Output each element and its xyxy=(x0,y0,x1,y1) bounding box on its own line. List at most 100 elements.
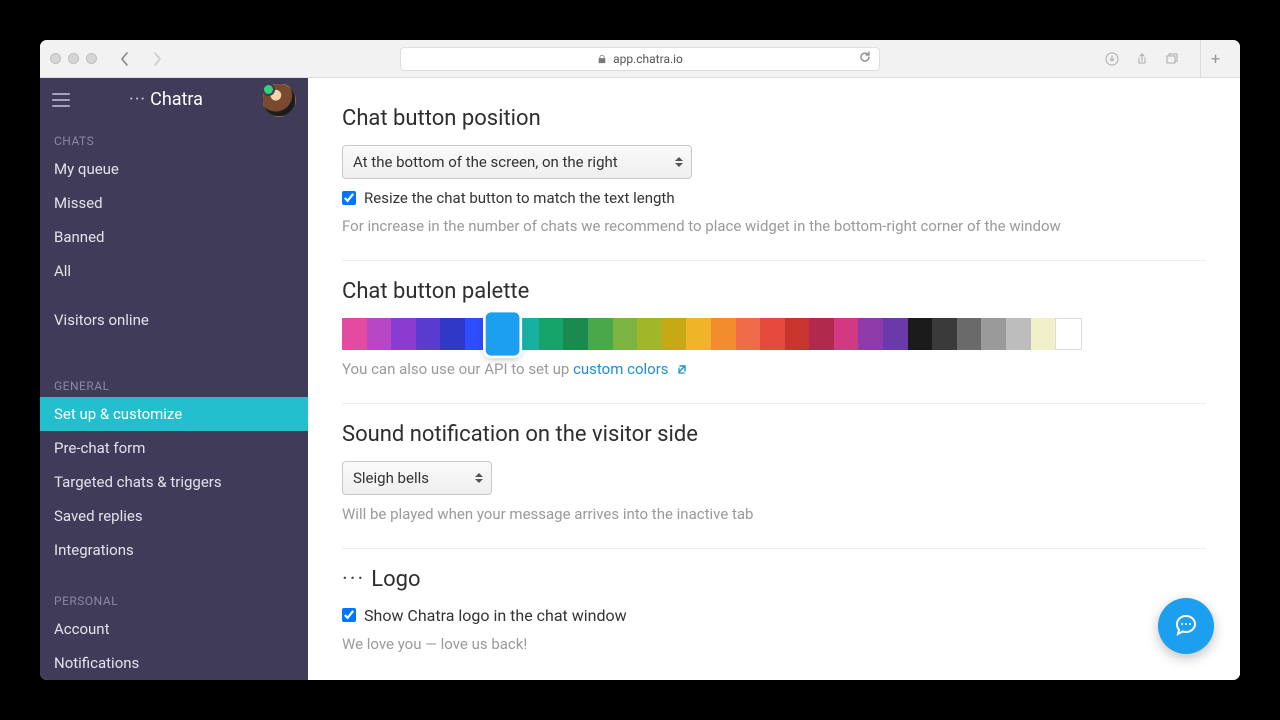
sidebar-item-banned[interactable]: Banned xyxy=(40,220,308,254)
chevron-updown-icon xyxy=(675,157,683,167)
palette-swatch[interactable] xyxy=(662,318,687,350)
palette-swatch[interactable] xyxy=(809,318,834,350)
sidebar-item-integrations[interactable]: Integrations xyxy=(40,533,308,567)
palette-swatch[interactable] xyxy=(539,318,564,350)
section-label-personal: PERSONAL xyxy=(40,582,308,612)
url-host: app.chatra.io xyxy=(613,52,683,66)
custom-colors-link[interactable]: custom colors xyxy=(573,360,688,378)
forward-button[interactable] xyxy=(145,48,169,70)
logo-title: ···Logo xyxy=(342,567,1206,592)
sidebar-item-set-up-customize[interactable]: Set up & customize xyxy=(40,397,308,431)
section-sound: Sound notification on the visitor side S… xyxy=(342,412,1206,549)
sidebar-item-targeted-chats-triggers[interactable]: Targeted chats & triggers xyxy=(40,465,308,499)
section-logo: ···Logo Show Chatra logo in the chat win… xyxy=(342,557,1206,678)
logo-row: Show Chatra logo in the chat window xyxy=(342,606,1206,625)
app-body: ··· Chatra CHATS My queueMissedBannedAll… xyxy=(40,78,1240,680)
new-tab-button[interactable]: + xyxy=(1200,40,1230,78)
section-label-chats: CHATS xyxy=(40,122,308,152)
palette-row xyxy=(342,318,1082,350)
palette-swatch[interactable] xyxy=(563,318,588,350)
sidebar-item-missed[interactable]: Missed xyxy=(40,186,308,220)
palette-swatch[interactable] xyxy=(367,318,392,350)
palette-swatch[interactable] xyxy=(981,318,1006,350)
section-position: Chat button position At the bottom of th… xyxy=(342,96,1206,261)
palette-title: Chat button palette xyxy=(342,279,1206,304)
chat-fab[interactable] xyxy=(1158,598,1214,654)
sidebar-item-visitors[interactable]: Visitors online xyxy=(40,303,308,337)
palette-swatch[interactable] xyxy=(416,318,441,350)
palette-swatch[interactable] xyxy=(957,318,982,350)
sidebar-item-notifications[interactable]: Notifications xyxy=(40,646,308,680)
sidebar-item-all[interactable]: All xyxy=(40,254,308,288)
palette-swatch[interactable] xyxy=(858,318,883,350)
back-button[interactable] xyxy=(113,48,137,70)
sidebar-item-pre-chat-form[interactable]: Pre-chat form xyxy=(40,431,308,465)
palette-hint-prefix: You can also use our API to set up xyxy=(342,360,573,378)
share-icon[interactable] xyxy=(1134,51,1150,67)
show-logo-label[interactable]: Show Chatra logo in the chat window xyxy=(364,606,627,625)
logo-dots-icon: ··· xyxy=(342,567,365,592)
position-select-value: At the bottom of the screen, on the righ… xyxy=(353,153,618,171)
lock-icon xyxy=(597,54,607,64)
palette-swatch[interactable] xyxy=(785,318,810,350)
sidebar-item-my-queue[interactable]: My queue xyxy=(40,152,308,186)
sidebar-item-account[interactable]: Account xyxy=(40,612,308,646)
traffic-minimize[interactable] xyxy=(68,53,79,64)
traffic-close[interactable] xyxy=(50,53,61,64)
palette-swatch[interactable] xyxy=(736,318,761,350)
position-select[interactable]: At the bottom of the screen, on the righ… xyxy=(342,145,692,179)
brand-name: Chatra xyxy=(150,89,203,110)
chrome-right-controls: + xyxy=(1104,40,1230,78)
palette-swatch[interactable] xyxy=(1006,318,1031,350)
address-bar[interactable]: app.chatra.io xyxy=(400,47,880,71)
sound-hint: Will be played when your message arrives… xyxy=(342,503,1206,526)
tabs-icon[interactable] xyxy=(1164,51,1180,67)
palette-swatch[interactable] xyxy=(391,318,416,350)
chat-bubble-icon xyxy=(1172,612,1200,640)
section-palette: Chat button palette You can also use our… xyxy=(342,269,1206,405)
main-content: Chat button position At the bottom of th… xyxy=(308,78,1240,680)
download-icon[interactable] xyxy=(1104,51,1120,67)
traffic-zoom[interactable] xyxy=(86,53,97,64)
palette-swatch[interactable] xyxy=(686,318,711,350)
reload-icon[interactable] xyxy=(859,51,871,66)
sound-select-value: Sleigh bells xyxy=(353,469,429,487)
palette-swatch[interactable] xyxy=(588,318,613,350)
logo-hint: We love you — love us back! xyxy=(342,633,1206,656)
traffic-lights[interactable] xyxy=(50,53,97,64)
external-link-icon xyxy=(676,359,688,382)
brand: ··· Chatra xyxy=(80,89,252,110)
palette-swatch[interactable] xyxy=(342,318,367,350)
resize-checkbox[interactable] xyxy=(342,191,356,205)
resize-row: Resize the chat button to match the text… xyxy=(342,189,1206,207)
palette-swatch[interactable] xyxy=(908,318,933,350)
sidebar-item-saved-replies[interactable]: Saved replies xyxy=(40,499,308,533)
chevron-updown-icon xyxy=(475,473,483,483)
sidebar: ··· Chatra CHATS My queueMissedBannedAll… xyxy=(40,78,308,680)
sound-title: Sound notification on the visitor side xyxy=(342,422,1206,447)
palette-swatch[interactable] xyxy=(440,318,465,350)
palette-swatch[interactable] xyxy=(932,318,957,350)
palette-swatch[interactable] xyxy=(637,318,662,350)
palette-swatch[interactable] xyxy=(711,318,736,350)
position-title: Chat button position xyxy=(342,106,1206,131)
avatar[interactable] xyxy=(262,83,296,117)
palette-swatch[interactable] xyxy=(883,318,908,350)
section-label-general: GENERAL xyxy=(40,367,308,397)
palette-swatch[interactable] xyxy=(613,318,638,350)
show-logo-checkbox[interactable] xyxy=(342,608,356,622)
position-hint: For increase in the number of chats we r… xyxy=(342,215,1206,238)
browser-window: app.chatra.io + ··· Chatra xyxy=(40,40,1240,680)
palette-swatch[interactable] xyxy=(485,312,518,355)
menu-icon[interactable] xyxy=(52,93,70,107)
browser-chrome: app.chatra.io + xyxy=(40,40,1240,78)
palette-swatch[interactable] xyxy=(834,318,859,350)
palette-swatch[interactable] xyxy=(760,318,785,350)
sound-select[interactable]: Sleigh bells xyxy=(342,461,492,495)
palette-swatch[interactable] xyxy=(1055,318,1082,350)
palette-swatch[interactable] xyxy=(1031,318,1056,350)
sidebar-header: ··· Chatra xyxy=(40,78,308,122)
palette-hint: You can also use our API to set up custo… xyxy=(342,358,1206,382)
resize-label[interactable]: Resize the chat button to match the text… xyxy=(364,189,675,207)
brand-dots-icon: ··· xyxy=(129,89,146,110)
